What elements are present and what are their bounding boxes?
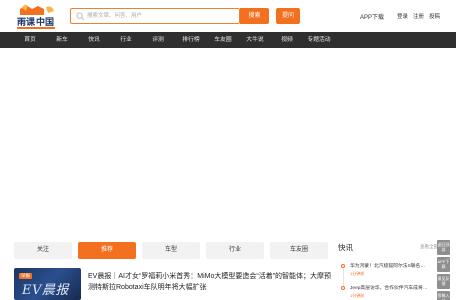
flash-news-more-link[interactable]: 查看全部: [420, 244, 438, 250]
search-input[interactable]: [87, 9, 237, 23]
post-link[interactable]: 投稿: [429, 14, 440, 20]
nav-item-flash[interactable]: 快讯: [88, 32, 100, 48]
tab-models[interactable]: 车型: [142, 242, 200, 259]
flash-news-title: 快讯: [338, 243, 353, 252]
top-header: 雨课 中国 搜索 提问 APP下载 登录注册投稿: [0, 0, 456, 32]
flash-news-time: 1分钟前: [350, 271, 365, 276]
register-link[interactable]: 注册: [413, 14, 424, 20]
search-box: [70, 8, 240, 24]
tab-follow[interactable]: 关注: [14, 242, 72, 259]
banner-area: [0, 48, 456, 238]
nav-item-new-cars[interactable]: 新车: [56, 32, 68, 48]
timeline-line: [342, 268, 344, 286]
flash-news-time: 1分钟前: [350, 293, 365, 298]
svg-text:中国: 中国: [36, 16, 54, 27]
news-title[interactable]: EV晨报｜AI才女“罗福莉小米首秀：MiMo大模型要造会“活着”的智能体；大摩预…: [88, 271, 338, 293]
tab-industry[interactable]: 行业: [206, 242, 264, 259]
site-logo[interactable]: 雨课 中国: [14, 3, 60, 31]
feedback-button[interactable]: 意见反馈: [437, 274, 450, 289]
app-download-float-button[interactable]: APP下载: [437, 257, 450, 272]
nav-item-home[interactable]: 首页: [24, 32, 36, 48]
submit-article-button[interactable]: 投稿入口: [437, 291, 450, 300]
login-link[interactable]: 登录: [397, 14, 408, 20]
app-download-link[interactable]: APP下载: [360, 12, 384, 21]
news-thumbnail[interactable]: 早报 EV晨报: [14, 268, 81, 300]
flash-news-text[interactable]: Jeep高层访华，合作伙伴汽车成将…: [350, 284, 434, 291]
tab-recommended[interactable]: 推荐: [78, 242, 136, 259]
nav-item-industry[interactable]: 行业: [120, 32, 132, 48]
timeline-dot-icon: [341, 286, 345, 290]
news-item[interactable]: 早报 EV晨报 EV晨报｜AI才女“罗福莉小米首秀：MiMo大模型要造会“活着”…: [14, 268, 336, 300]
flash-news-header: 快讯 查看全部: [338, 242, 438, 254]
nav-item-car-circle[interactable]: 车友圈: [214, 32, 231, 48]
auth-links: 登录 注册 投稿: [397, 12, 445, 20]
feed-tabs: 关注 推荐 车型 行业 车友圈: [14, 242, 334, 259]
flash-news-text[interactable]: 华为鸿蒙！北汽极狐阿尔法S联名…: [350, 262, 434, 269]
ask-button[interactable]: 提问: [276, 8, 300, 24]
nav-item-experts[interactable]: 大牛说: [246, 32, 263, 48]
nav-item-reviews[interactable]: 评测: [152, 32, 164, 48]
search-icon: [76, 12, 85, 21]
nav-item-rankings[interactable]: 排行榜: [182, 32, 199, 48]
main-nav: 首页 新车 快讯 行业 评测 排行榜 车友圈 大牛说 视频 专题活动: [0, 32, 456, 48]
tab-car-circle[interactable]: 车友圈: [270, 242, 328, 259]
back-to-top-button[interactable]: 返回顶部: [437, 240, 450, 255]
thumbnail-title: EV晨报: [22, 283, 69, 298]
search-button[interactable]: 搜索: [240, 8, 269, 24]
nav-item-videos[interactable]: 视频: [281, 32, 293, 48]
svg-text:雨课: 雨课: [17, 16, 36, 27]
nav-item-topics[interactable]: 专题活动: [307, 32, 330, 48]
